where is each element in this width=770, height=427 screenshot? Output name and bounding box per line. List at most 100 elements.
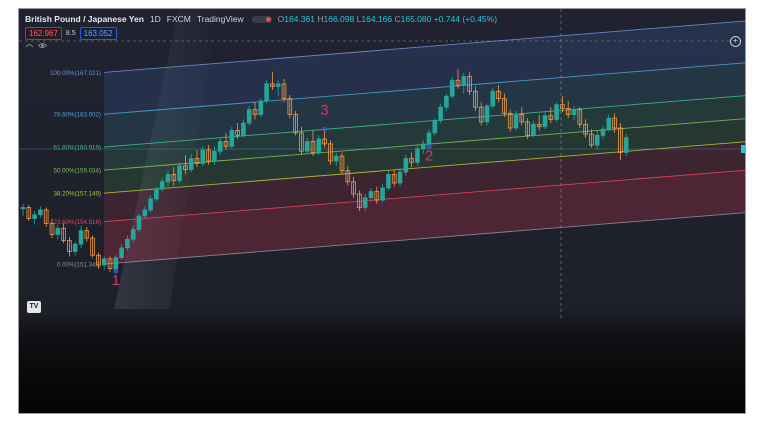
wave-label-2[interactable]: 2 [425, 147, 433, 164]
candle-body [461, 76, 467, 86]
candle[interactable] [78, 225, 84, 248]
candle[interactable] [449, 76, 455, 99]
candle-body [258, 100, 264, 115]
candle-body [246, 109, 252, 124]
candle-body [275, 83, 281, 87]
candle-body [380, 187, 385, 201]
fib-level-label: 38.20%(157.149) [54, 191, 101, 198]
candle-body [38, 209, 43, 216]
candle-body [600, 128, 606, 136]
candle[interactable] [32, 211, 37, 225]
candle-body [513, 114, 519, 129]
candle[interactable] [43, 207, 49, 228]
candle-body [333, 155, 339, 162]
change-value: +0.744 (+0.45%) [433, 14, 498, 24]
candle[interactable] [136, 213, 142, 232]
candle-body [125, 238, 130, 249]
candle-body [449, 79, 455, 97]
wave-label-1[interactable]: 1 [112, 272, 120, 289]
candle-body [426, 132, 432, 145]
candle[interactable] [107, 256, 113, 273]
fib-level-label: 61.80%(160.919) [54, 145, 101, 152]
candle-body [119, 247, 124, 259]
candle-body [444, 95, 449, 108]
candle[interactable] [623, 134, 629, 157]
indicator-row [25, 42, 47, 49]
platform-label: TradingView [196, 14, 244, 24]
candle-body [368, 191, 374, 199]
candle-body [72, 243, 78, 252]
candle[interactable] [154, 186, 159, 202]
candle[interactable] [26, 205, 32, 221]
chevron-up-icon[interactable] [25, 42, 34, 49]
candle[interactable] [484, 103, 490, 126]
plus-circle-icon[interactable]: + [730, 36, 741, 47]
candle-body [432, 120, 438, 134]
candle-body [113, 257, 119, 270]
candle[interactable] [20, 203, 26, 217]
chart-frame: 0.00%(151.349) 23.60%(154.816) 38.20%(157.… [18, 8, 746, 414]
candle-body [594, 134, 600, 146]
fib-level-label: 50.00%(159.034) [54, 168, 101, 175]
candle-body [177, 165, 182, 181]
candle-body [386, 174, 391, 189]
candle-body [531, 123, 536, 136]
candle-body [200, 149, 206, 164]
candle-body [490, 90, 496, 107]
candle-body [188, 158, 194, 170]
sell-price-button[interactable]: 162.967 [25, 27, 62, 40]
candle-body [20, 207, 26, 210]
candle-body [136, 215, 142, 230]
candle-body [148, 198, 153, 211]
candle-body [403, 158, 409, 173]
high-value: 166.098 [323, 14, 355, 24]
candle-body [32, 214, 37, 219]
candle[interactable] [90, 235, 95, 258]
candle[interactable] [38, 206, 43, 218]
candle-body [554, 104, 559, 120]
candle-body [415, 148, 420, 163]
candle[interactable] [55, 224, 61, 240]
wave-anchor-point[interactable] [113, 268, 119, 274]
candle[interactable] [258, 98, 264, 117]
candle[interactable] [84, 227, 90, 242]
symbol-name[interactable]: British Pound / Japanese Yen [25, 14, 144, 24]
candle[interactable] [229, 126, 235, 149]
tradingview-logo-icon: TV [27, 301, 41, 313]
candle[interactable] [67, 236, 72, 257]
candle[interactable] [554, 102, 559, 122]
candle-body [316, 138, 322, 153]
candle-body [304, 141, 310, 152]
quote-row: 162.967 8.5 163.052 [25, 27, 117, 40]
candle[interactable] [264, 80, 269, 104]
close-value: 165.080 [400, 14, 432, 24]
candle-body [229, 130, 235, 147]
wave-anchor-point[interactable] [426, 143, 432, 149]
wave-anchor-point[interactable] [322, 126, 328, 132]
market-status-toggle[interactable] [251, 15, 272, 23]
candle[interactable] [61, 223, 66, 243]
fib-level-label: 78.60%(163.602) [54, 112, 101, 119]
candle-body [542, 115, 548, 128]
candle-body [397, 171, 403, 184]
buy-price-button[interactable]: 163.052 [79, 27, 117, 40]
fib-level-label: 23.60%(154.816) [54, 219, 101, 226]
candle-body [217, 141, 223, 152]
candle[interactable] [432, 118, 438, 136]
candle-body [154, 188, 159, 200]
fib-level-label: 0.00%(151.349) [57, 262, 101, 269]
price-chart[interactable]: 0.00%(151.349) 23.60%(154.816) 38.20%(157.… [19, 9, 745, 319]
candle-body [159, 181, 165, 190]
candle-body [362, 197, 368, 208]
fib-level-label: 100.00%(167.021) [50, 70, 101, 77]
candle-body [165, 174, 171, 183]
candle-body [130, 229, 136, 240]
interval-label[interactable]: 1D [150, 14, 161, 24]
wave-label-3[interactable]: 3 [320, 102, 328, 119]
candle-body [101, 258, 107, 266]
eye-icon[interactable] [38, 42, 47, 49]
candle-body [623, 137, 629, 153]
candle[interactable] [72, 241, 78, 256]
candle-body [142, 209, 148, 217]
candle-body [241, 122, 246, 136]
